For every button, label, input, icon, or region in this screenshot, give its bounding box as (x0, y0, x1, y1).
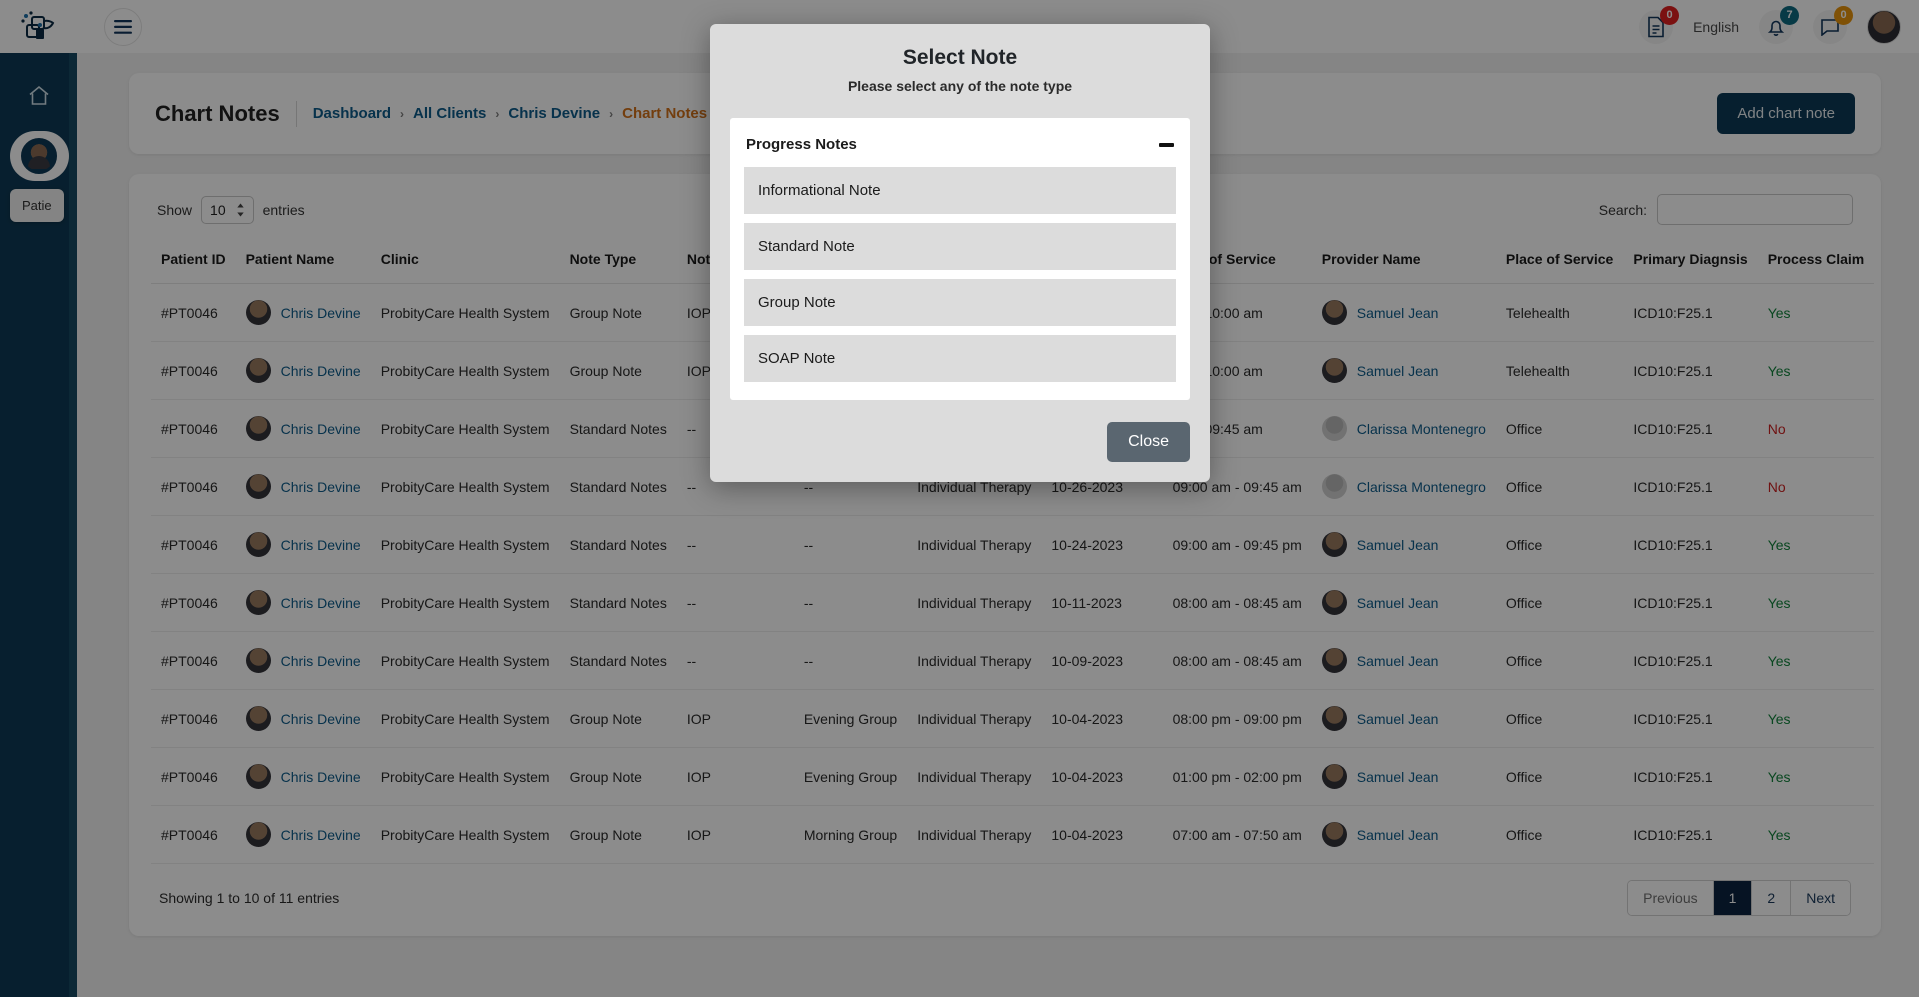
accordion-title: Progress Notes (746, 136, 857, 153)
modal-title: Select Note (730, 46, 1190, 70)
note-option[interactable]: Informational Note (744, 167, 1176, 214)
select-note-modal: Select Note Please select any of the not… (710, 24, 1210, 482)
close-button[interactable]: Close (1107, 422, 1190, 462)
modal-body: Progress Notes Informational Note Standar… (730, 118, 1190, 400)
note-option[interactable]: Standard Note (744, 223, 1176, 270)
note-options-list: Informational Note Standard Note Group Not… (744, 167, 1176, 382)
note-option[interactable]: SOAP Note (744, 335, 1176, 382)
note-option[interactable]: Group Note (744, 279, 1176, 326)
select-note-modal-overlay: Select Note Please select any of the not… (0, 0, 1919, 997)
modal-footer: Close (730, 422, 1190, 462)
accordion-progress-notes-header[interactable]: Progress Notes (744, 132, 1176, 167)
minus-icon[interactable] (1159, 143, 1174, 147)
modal-subtitle: Please select any of the note type (730, 78, 1190, 94)
